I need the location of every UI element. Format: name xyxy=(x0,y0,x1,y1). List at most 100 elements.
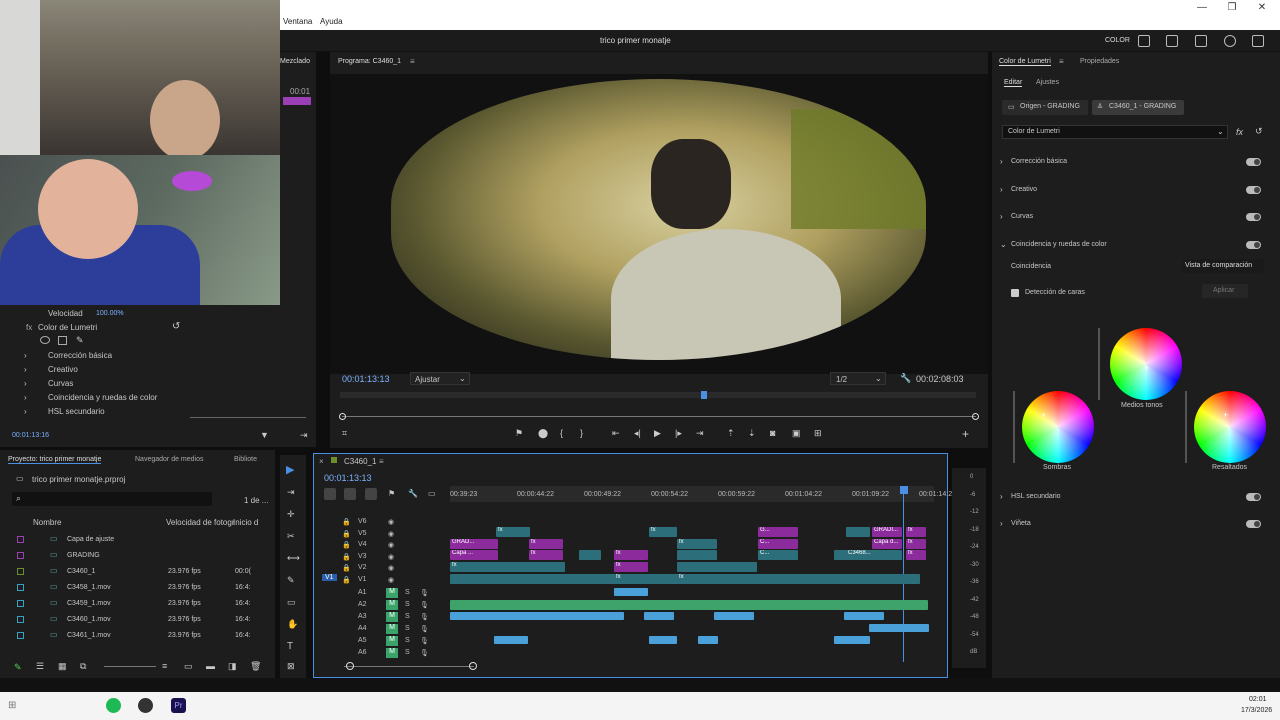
play-icon[interactable]: ▶ xyxy=(654,428,661,439)
timeline-playhead[interactable] xyxy=(900,486,908,494)
audio-track-label[interactable]: A4 xyxy=(358,625,367,632)
windows-start-icon[interactable]: ⊞ xyxy=(8,700,16,711)
lock-icon[interactable]: 🔒 xyxy=(342,576,351,584)
label-color-swatch[interactable] xyxy=(17,616,24,623)
solo-button[interactable]: S xyxy=(405,625,410,632)
automate-icon[interactable]: ▭ xyxy=(184,661,193,672)
lumetri-section-label[interactable]: Creativo xyxy=(1011,186,1037,193)
maximize-icon[interactable]: ❐ xyxy=(1222,2,1242,13)
camera-icon[interactable]: ◙ xyxy=(770,428,775,438)
column-name[interactable]: Nombre xyxy=(33,518,61,527)
transport-settings-icon[interactable]: ⌗ xyxy=(342,428,347,439)
ec-section-creative[interactable]: Creativo xyxy=(48,365,78,374)
timeline-timecode[interactable]: 00:01:13:13 xyxy=(324,473,372,483)
label-color-swatch[interactable] xyxy=(17,536,24,543)
snap-icon[interactable] xyxy=(344,488,356,500)
video-track-label[interactable]: V3 xyxy=(358,553,367,560)
close-tab-icon[interactable]: × xyxy=(319,457,324,466)
tab-menu-icon[interactable]: ≡ xyxy=(410,57,415,66)
source-patch-v1[interactable]: V1 xyxy=(322,574,337,581)
pen-tool-icon[interactable]: ✎ xyxy=(287,575,295,586)
tab-settings[interactable]: Ajustes xyxy=(1036,79,1059,86)
pencil-icon[interactable]: ✎ xyxy=(14,662,22,673)
vignette-toggle[interactable] xyxy=(1246,520,1261,528)
ellipse-mask-icon[interactable] xyxy=(40,336,50,344)
lock-icon[interactable]: 🔒 xyxy=(342,530,351,538)
step-forward-icon[interactable]: |▸ xyxy=(675,428,682,439)
go-to-in-icon[interactable]: ⇤ xyxy=(612,428,620,439)
razor-tool-icon[interactable]: ✂ xyxy=(287,531,295,542)
chevron-down-icon[interactable]: ⌄ xyxy=(1000,240,1007,249)
project-item-name[interactable]: C3459_1.mov xyxy=(67,600,111,607)
timeline-clip[interactable]: fx xyxy=(529,539,563,549)
project-item-name[interactable]: GRADING xyxy=(67,552,100,559)
section-toggle[interactable] xyxy=(1246,158,1261,166)
timeline-clip[interactable] xyxy=(579,550,601,560)
highlights-wheel[interactable] xyxy=(1194,391,1266,463)
lock-icon[interactable]: 🔒 xyxy=(342,541,351,549)
shadows-puck[interactable]: + xyxy=(1041,410,1046,420)
lift-icon[interactable]: ⇡ xyxy=(727,428,735,439)
audio-clip[interactable] xyxy=(844,612,884,620)
mic-icon[interactable]: 🎙 xyxy=(420,637,429,645)
highlights-puck[interactable]: + xyxy=(1223,410,1228,420)
mic-icon[interactable]: 🎙 xyxy=(420,589,429,597)
label-color-swatch[interactable] xyxy=(17,584,24,591)
comparison-view-button[interactable]: Vista de comparación xyxy=(1182,259,1264,273)
section-toggle[interactable] xyxy=(1246,185,1261,194)
fit-select[interactable]: Ajustar ⌄ xyxy=(410,372,470,385)
tab-edit[interactable]: Editar xyxy=(1004,79,1023,87)
timeline-clip[interactable] xyxy=(677,562,757,572)
menu-ayuda[interactable]: Ayuda xyxy=(320,17,343,26)
lumetri-section-label[interactable]: Coincidencia y ruedas de color xyxy=(1011,241,1107,248)
mute-button[interactable]: M xyxy=(386,600,398,610)
timeline-clip[interactable]: G... xyxy=(758,527,798,537)
timeline-clip[interactable]: fx xyxy=(496,527,530,537)
apply-button[interactable]: Aplicar xyxy=(1202,284,1248,298)
video-track-label[interactable]: V2 xyxy=(358,564,367,571)
audio-clip[interactable] xyxy=(714,612,754,620)
resolution-select[interactable]: 1/2 ⌄ xyxy=(830,372,886,385)
timeline-zoom-bar[interactable] xyxy=(344,666,474,667)
project-item-name[interactable]: C3458_1.mov xyxy=(67,584,111,591)
reset-icon[interactable]: ↺ xyxy=(172,321,180,332)
panel-icon[interactable] xyxy=(1138,35,1150,47)
mute-button[interactable]: M xyxy=(386,624,398,634)
type-tool-icon[interactable]: T xyxy=(287,641,293,652)
project-search-input[interactable]: ⌕ xyxy=(12,492,212,506)
lock-icon[interactable]: 🔒 xyxy=(342,518,351,526)
slip-tool-icon[interactable]: ⟷ xyxy=(287,553,300,564)
timeline-clip[interactable]: fx xyxy=(649,527,677,537)
program-timecode[interactable]: 00:01:13:13 xyxy=(342,374,390,384)
audio-track-label[interactable]: A1 xyxy=(358,589,367,596)
minimize-icon[interactable]: — xyxy=(1192,2,1212,13)
audio-clip[interactable] xyxy=(869,624,929,632)
ec-section-wheels[interactable]: Coincidencia y ruedas de color xyxy=(48,393,157,402)
lumetri-section-label[interactable]: Curvas xyxy=(1011,213,1033,220)
search-icon[interactable] xyxy=(1224,35,1236,47)
wrench-icon[interactable]: 🔧 xyxy=(900,373,911,384)
compare-icon[interactable]: ▣ xyxy=(792,428,801,439)
tab-mezclado[interactable]: Mezclado xyxy=(280,58,310,65)
project-item-name[interactable]: Capa de ajuste xyxy=(67,536,114,543)
timeline-clip[interactable]: fx xyxy=(906,550,926,560)
label-color-swatch[interactable] xyxy=(17,552,24,559)
timeline-clip[interactable]: fx xyxy=(529,550,563,560)
mic-icon[interactable]: 🎙 xyxy=(420,613,429,621)
icon-view-icon[interactable]: ▦ xyxy=(58,661,67,672)
eye-icon[interactable]: ◉ xyxy=(388,541,394,549)
menu-ventana[interactable]: Ventana xyxy=(283,17,312,26)
eye-icon[interactable]: ◉ xyxy=(388,553,394,561)
thumbnail-size-slider[interactable] xyxy=(104,666,156,667)
audio-track-label[interactable]: A6 xyxy=(358,649,367,656)
timeline-clip[interactable]: fx xyxy=(450,562,565,572)
mute-button[interactable]: M xyxy=(386,636,398,646)
fullscreen-icon[interactable] xyxy=(1252,35,1264,47)
program-zoom-bar[interactable] xyxy=(342,416,976,417)
shadows-slider[interactable] xyxy=(1013,391,1015,463)
lock-icon[interactable]: 🔒 xyxy=(342,553,351,561)
hsl-toggle[interactable] xyxy=(1246,493,1261,501)
audio-clip[interactable] xyxy=(649,636,677,644)
audio-clip[interactable] xyxy=(644,612,674,620)
settings-icon[interactable] xyxy=(1195,35,1207,47)
